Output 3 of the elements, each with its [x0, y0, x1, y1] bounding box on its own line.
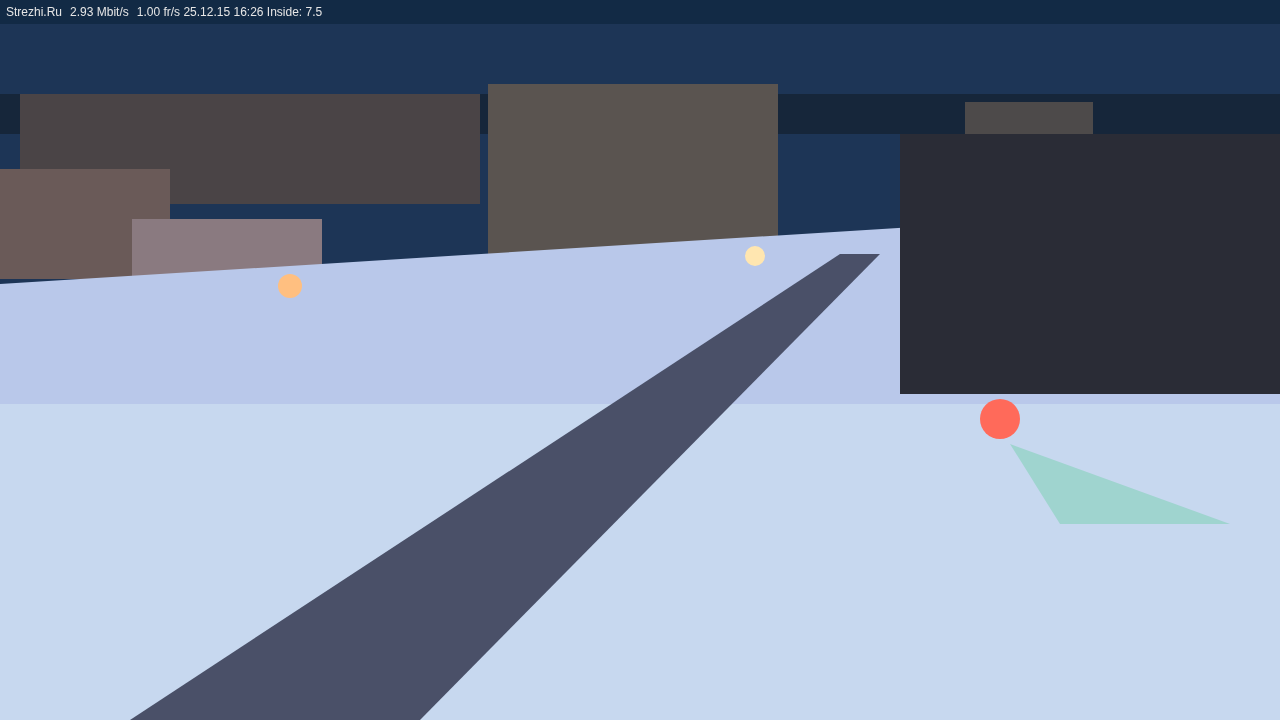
status-text: 2.93 Mbit/s [70, 4, 129, 21]
status-text: Strezhi.Ru [6, 4, 63, 21]
status-text: 1.00 fr/s 25.12.15 16:26 Inside: 7.5 [136, 4, 323, 21]
